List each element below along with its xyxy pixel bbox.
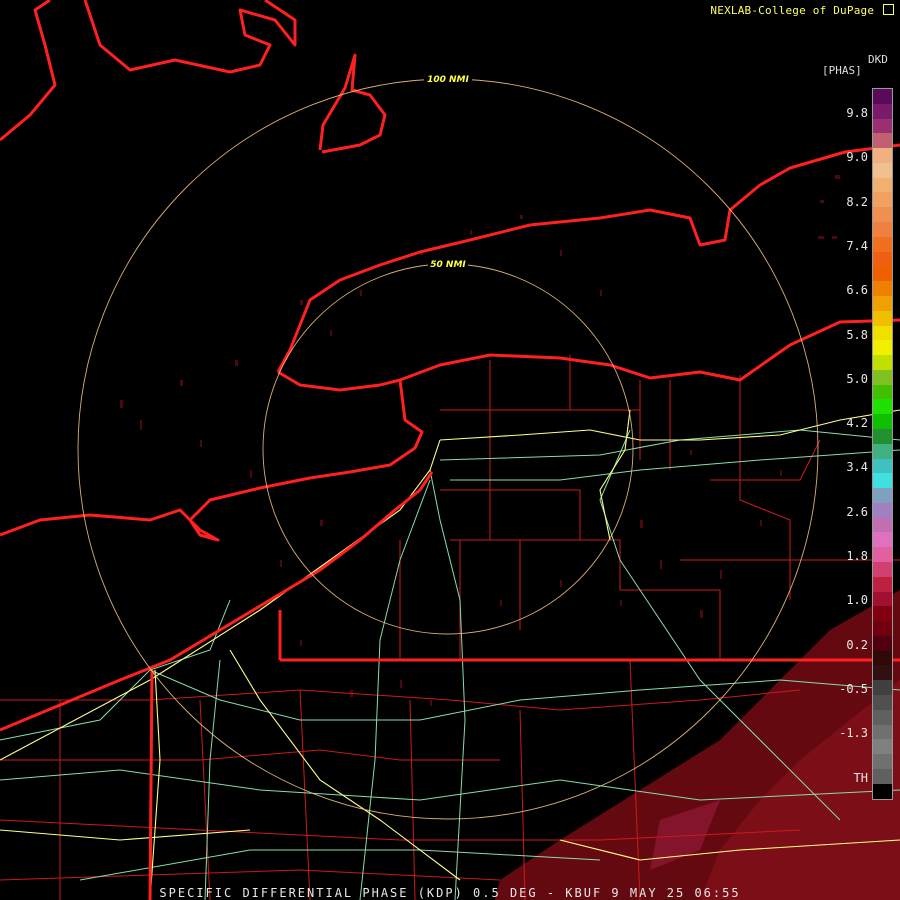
radar-map: 100 NMI 50 NMI — [0, 0, 900, 900]
color-scale-band — [873, 680, 892, 696]
color-scale-band — [873, 310, 892, 326]
color-scale-band — [873, 443, 892, 459]
color-scale-band — [873, 488, 892, 503]
color-scale-band — [873, 768, 892, 784]
color-scale-band — [873, 236, 892, 252]
color-scale-band — [873, 428, 892, 444]
legend-tick-label: 2.6 — [846, 504, 868, 519]
color-scale-band — [873, 162, 892, 178]
color-scale-band — [873, 547, 892, 562]
legend-units: [PHAS] — [822, 64, 862, 77]
color-scale-band — [873, 295, 892, 311]
color-scale-band — [873, 281, 892, 296]
legend-tick-label: 1.0 — [846, 593, 868, 608]
color-scale-band — [873, 369, 892, 385]
color-scale-band — [873, 724, 892, 740]
color-scale-band — [873, 502, 892, 518]
legend-tick-label: -0.5 — [839, 681, 868, 696]
legend-tick-label: 8.2 — [846, 194, 868, 209]
credit-text: NEXLAB-College of DuPage — [710, 4, 875, 17]
color-scale-band — [873, 709, 892, 725]
color-scale-band — [873, 576, 892, 592]
color-scale-band — [873, 222, 892, 237]
color-scale-band — [873, 207, 892, 223]
range-ring-50-label: 50 NMI — [430, 260, 466, 270]
color-scale-band — [873, 606, 892, 622]
color-scale-band — [873, 532, 892, 548]
color-scale-band — [873, 665, 892, 681]
color-scale-band — [873, 562, 892, 577]
legend-tick-label: 1.8 — [846, 549, 868, 563]
legend-product: DKD — [868, 53, 888, 66]
color-scale-band — [873, 695, 892, 710]
legend-tick-label: 5.8 — [846, 327, 868, 342]
color-scale-band — [873, 458, 892, 474]
legend-tick-label: 3.4 — [846, 460, 868, 475]
color-scale-band — [873, 133, 892, 149]
legend-tick-label: 9.0 — [846, 150, 868, 165]
legend-tick-label: 9.8 — [846, 106, 868, 120]
color-scale-bar — [872, 88, 893, 800]
credit-label: NEXLAB-College of DuPage — [710, 4, 894, 17]
legend-tick-label: 6.6 — [846, 283, 868, 298]
range-ring-100-label: 100 NMI — [427, 75, 469, 85]
color-scale-band — [873, 473, 892, 489]
color-scale-band — [873, 650, 892, 666]
color-scale-band — [873, 177, 892, 193]
color-scale-band — [873, 340, 892, 356]
product-caption: SPECIFIC DIFFERENTIAL PHASE (KDP) 0.5 DE… — [159, 886, 741, 900]
color-scale-band — [873, 266, 892, 282]
legend-tick-label: -1.3 — [839, 726, 868, 741]
legend-tick-label: 0.2 — [846, 637, 868, 652]
color-scale-band — [873, 635, 892, 651]
color-scale-band — [873, 591, 892, 607]
color-scale-band — [873, 783, 892, 799]
color-scale-band — [873, 192, 892, 208]
corner-icon — [883, 4, 894, 15]
color-scale-band — [873, 118, 892, 134]
color-scale-band — [873, 325, 892, 341]
color-scale-band — [873, 414, 892, 429]
radar-display: 100 NMI 50 NMI NEXLAB-College of DuPage … — [0, 0, 900, 900]
legend-tick-label: TH — [853, 770, 868, 785]
color-scale-band — [873, 621, 892, 636]
color-scale-band — [873, 517, 892, 533]
legend-tick-label: 4.2 — [846, 416, 868, 431]
color-scale-band — [873, 251, 892, 267]
color-scale-band — [873, 754, 892, 769]
color-scale-band — [873, 739, 892, 755]
color-scale-band — [873, 384, 892, 400]
color-scale-band — [873, 399, 892, 415]
color-scale-band — [873, 355, 892, 370]
color-scale-band — [873, 103, 892, 119]
color-scale-band — [873, 89, 892, 104]
legend-tick-label: 5.0 — [846, 371, 868, 386]
legend-tick-label: 7.4 — [846, 238, 868, 253]
color-scale-band — [873, 148, 892, 163]
